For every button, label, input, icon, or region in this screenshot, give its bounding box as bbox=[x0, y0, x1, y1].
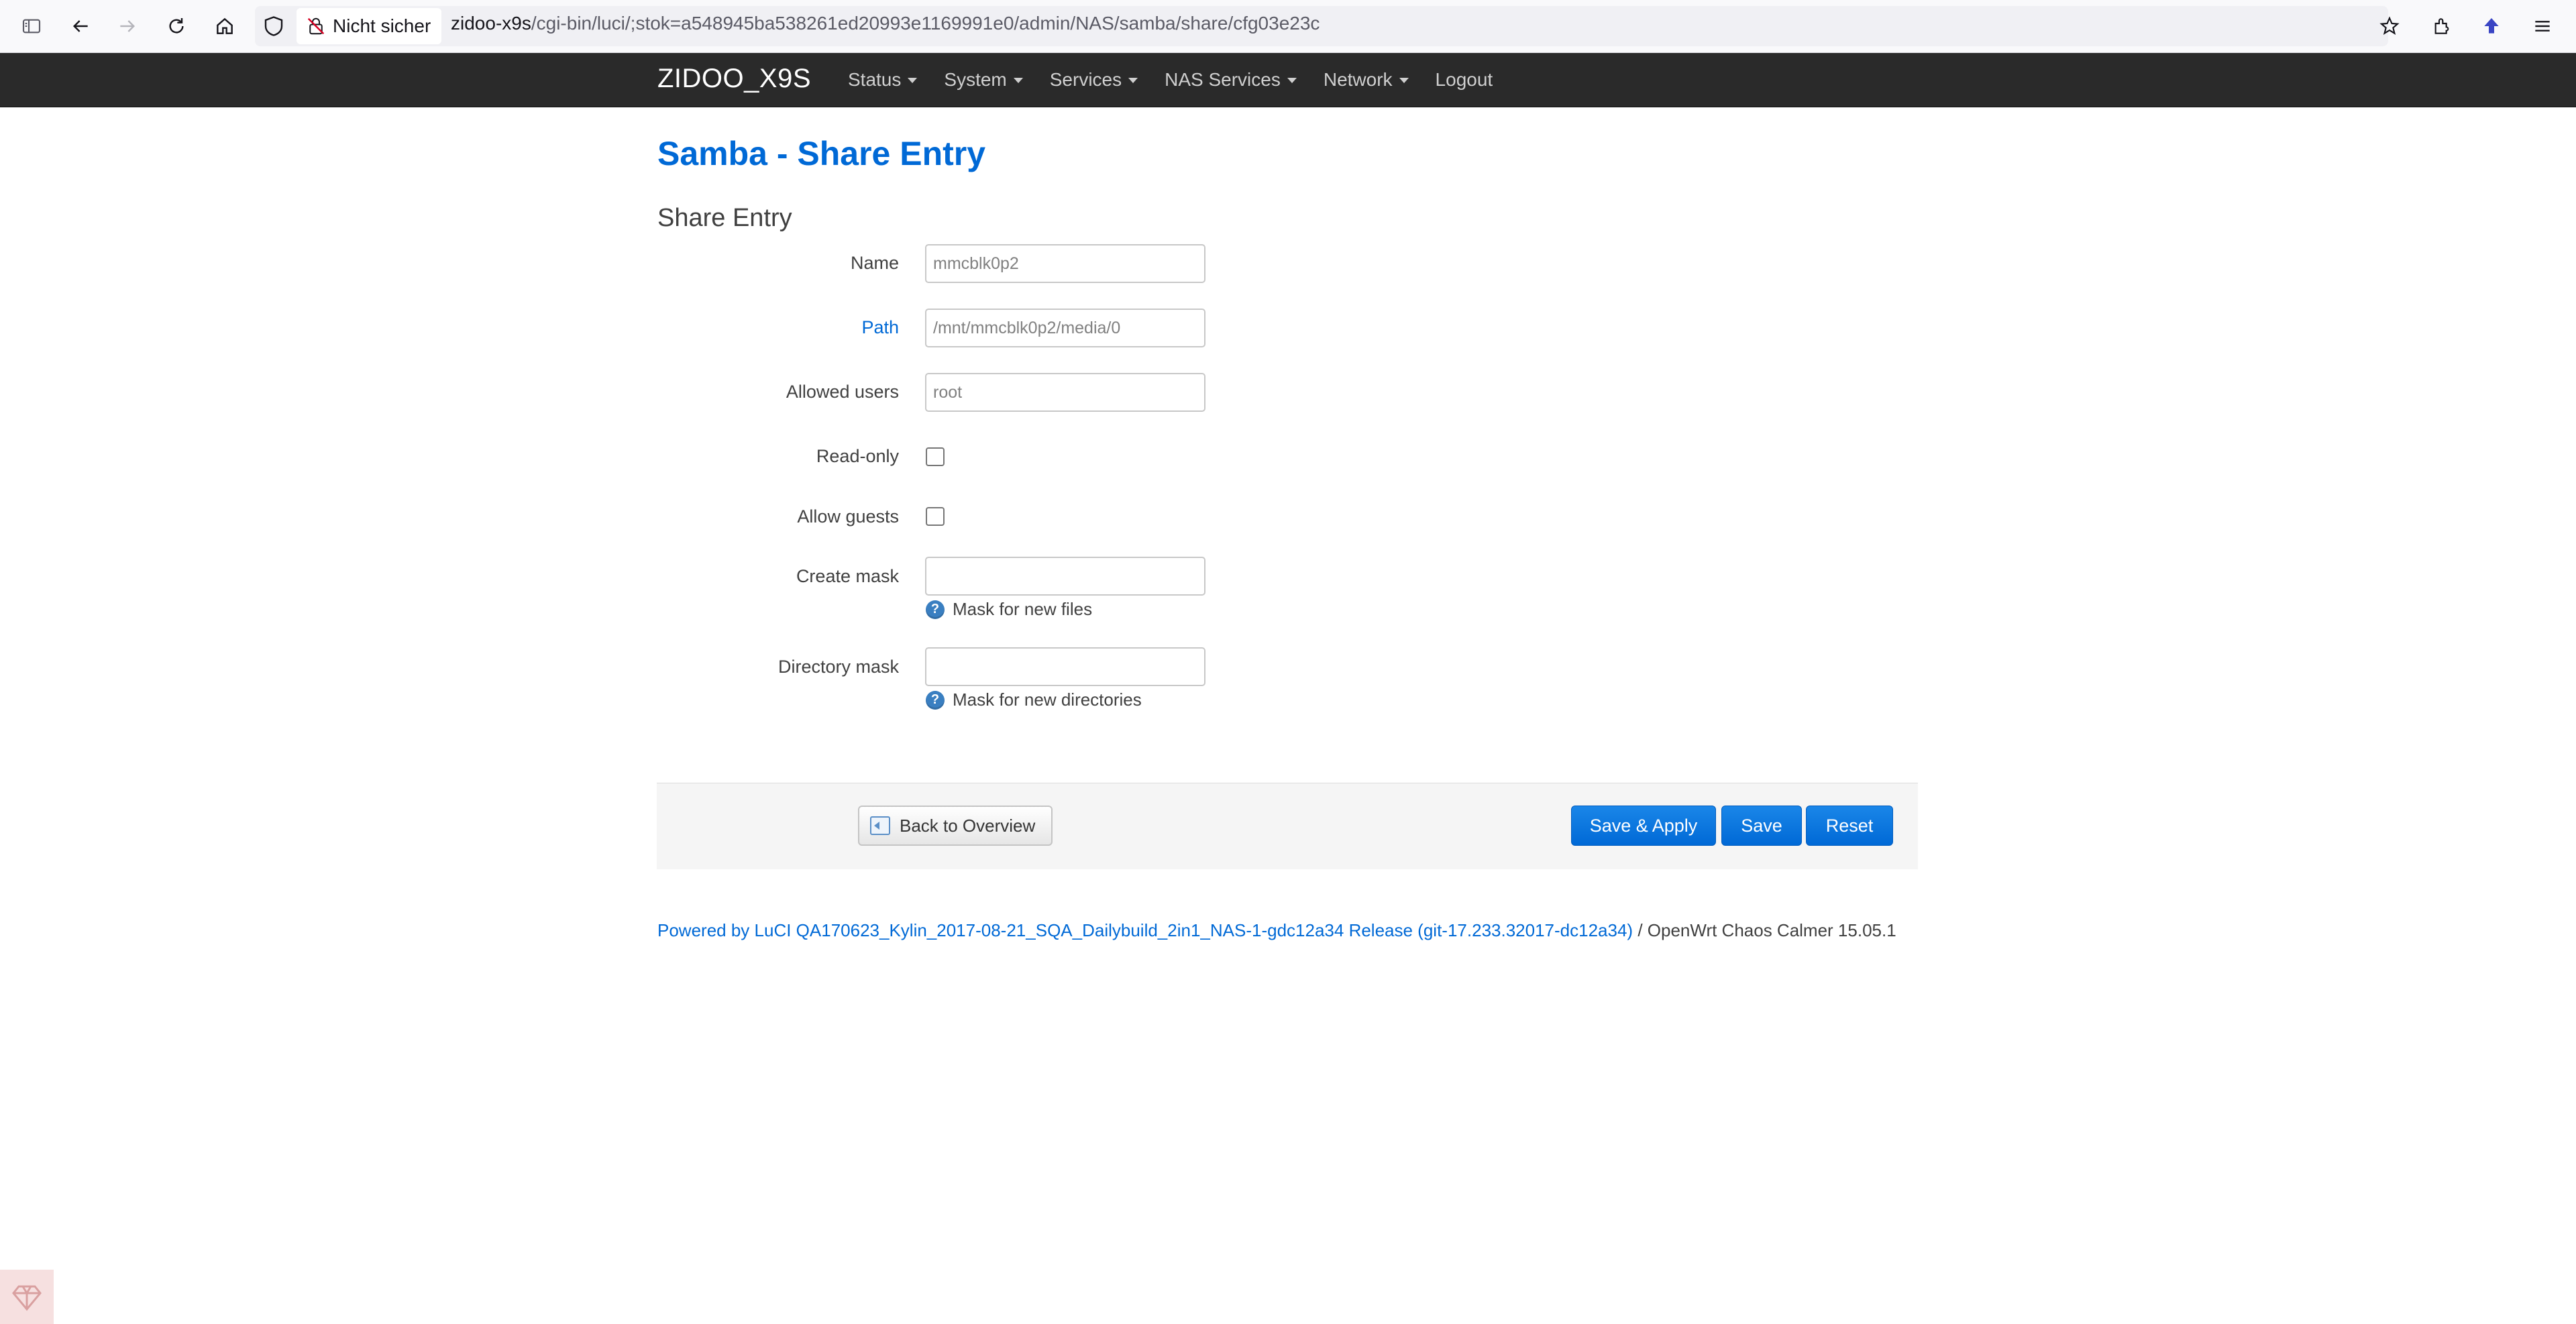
menu-network-label: Network bbox=[1323, 69, 1393, 90]
allowed-users-label: Allowed users bbox=[786, 382, 899, 402]
allow-guests-checkbox[interactable] bbox=[926, 507, 945, 526]
save-apply-button[interactable]: Save & Apply bbox=[1571, 806, 1716, 846]
menu-services[interactable]: Services bbox=[1050, 69, 1138, 91]
menu-logout[interactable]: Logout bbox=[1436, 69, 1493, 91]
back-to-overview-label: Back to Overview bbox=[900, 815, 1036, 836]
corner-badge-icon bbox=[0, 1270, 54, 1324]
security-indicator[interactable]: Nicht sicher bbox=[297, 8, 442, 44]
caret-down-icon bbox=[1287, 78, 1297, 83]
directory-mask-label: Directory mask bbox=[777, 657, 899, 677]
path-field[interactable]: /mnt/mmcblk0p2/media/0 bbox=[925, 309, 1205, 347]
back-icon[interactable] bbox=[67, 13, 94, 40]
forward-icon[interactable] bbox=[114, 13, 141, 40]
caret-down-icon bbox=[1013, 78, 1023, 83]
section-title: Share Entry bbox=[657, 204, 792, 232]
menu-icon[interactable] bbox=[2529, 13, 2556, 40]
brand-logo[interactable]: ZIDOO_X9S bbox=[657, 64, 811, 94]
help-icon: ? bbox=[926, 600, 945, 619]
home-icon[interactable] bbox=[211, 13, 238, 40]
caret-down-icon bbox=[1399, 78, 1409, 83]
menu-system[interactable]: System bbox=[944, 69, 1023, 91]
footer: Powered by LuCI QA170623_Kylin_2017-08-2… bbox=[657, 920, 1896, 941]
read-only-checkbox[interactable] bbox=[926, 447, 945, 466]
menu-nas-services-label: NAS Services bbox=[1165, 69, 1281, 90]
save-button[interactable]: Save bbox=[1721, 806, 1802, 846]
url-host: zidoo-x9s bbox=[451, 13, 531, 34]
menu-services-label: Services bbox=[1049, 69, 1122, 90]
menu-logout-label: Logout bbox=[1435, 69, 1493, 90]
page-title: Samba - Share Entry bbox=[657, 135, 986, 172]
reload-icon[interactable] bbox=[163, 13, 190, 40]
security-label: Nicht sicher bbox=[333, 15, 431, 36]
menu-system-label: System bbox=[944, 69, 1007, 90]
read-only-label: Read-only bbox=[816, 446, 899, 466]
allowed-users-field[interactable]: root bbox=[925, 373, 1205, 412]
bookmark-star-icon[interactable] bbox=[2376, 13, 2403, 40]
not-secure-lock-icon bbox=[307, 17, 325, 35]
back-arrow-icon bbox=[870, 816, 890, 835]
footer-os-version: / OpenWrt Chaos Calmer 15.05.1 bbox=[1633, 920, 1896, 940]
main-menu: Status System Services NAS Services Netw… bbox=[848, 53, 1519, 107]
shield-icon[interactable] bbox=[262, 14, 286, 38]
caret-down-icon bbox=[1128, 78, 1138, 83]
url-text[interactable]: zidoo-x9s/cgi-bin/luci/;stok=a548945ba53… bbox=[451, 13, 1320, 34]
menu-network[interactable]: Network bbox=[1324, 69, 1409, 91]
allow-guests-label: Allow guests bbox=[797, 506, 899, 527]
top-navbar: ZIDOO_X9S Status System Services NAS Ser… bbox=[0, 53, 2576, 107]
back-to-overview-button[interactable]: Back to Overview bbox=[858, 806, 1053, 846]
path-label[interactable]: Path bbox=[861, 317, 899, 338]
create-mask-field[interactable] bbox=[925, 557, 1205, 596]
directory-mask-field[interactable] bbox=[925, 647, 1205, 686]
name-label: Name bbox=[850, 253, 899, 273]
menu-status[interactable]: Status bbox=[848, 69, 918, 91]
menu-nas-services[interactable]: NAS Services bbox=[1165, 69, 1297, 91]
name-field[interactable]: mmcblk0p2 bbox=[925, 244, 1205, 283]
url-path: /cgi-bin/luci/;stok=a548945ba538261ed209… bbox=[531, 13, 1320, 34]
extensions-icon[interactable] bbox=[2428, 13, 2455, 40]
menu-status-label: Status bbox=[848, 69, 902, 90]
footer-luci-link[interactable]: Powered by LuCI QA170623_Kylin_2017-08-2… bbox=[657, 920, 1633, 940]
create-mask-hint: ? Mask for new files bbox=[926, 599, 1092, 620]
directory-mask-hint: ? Mask for new directories bbox=[926, 689, 1142, 710]
profile-icon[interactable] bbox=[2478, 13, 2505, 40]
sidebar-icon[interactable] bbox=[18, 13, 45, 40]
create-mask-hint-text: Mask for new files bbox=[953, 599, 1093, 619]
directory-mask-hint-text: Mask for new directories bbox=[953, 689, 1142, 710]
browser-toolbar: Nicht sicher zidoo-x9s/cgi-bin/luci/;sto… bbox=[0, 0, 2576, 53]
reset-button[interactable]: Reset bbox=[1806, 806, 1893, 846]
create-mask-label: Create mask bbox=[796, 566, 899, 586]
form-actions: Back to Overview Save & Apply Save Reset bbox=[657, 783, 1918, 869]
help-icon: ? bbox=[926, 690, 945, 710]
caret-down-icon bbox=[908, 78, 918, 83]
